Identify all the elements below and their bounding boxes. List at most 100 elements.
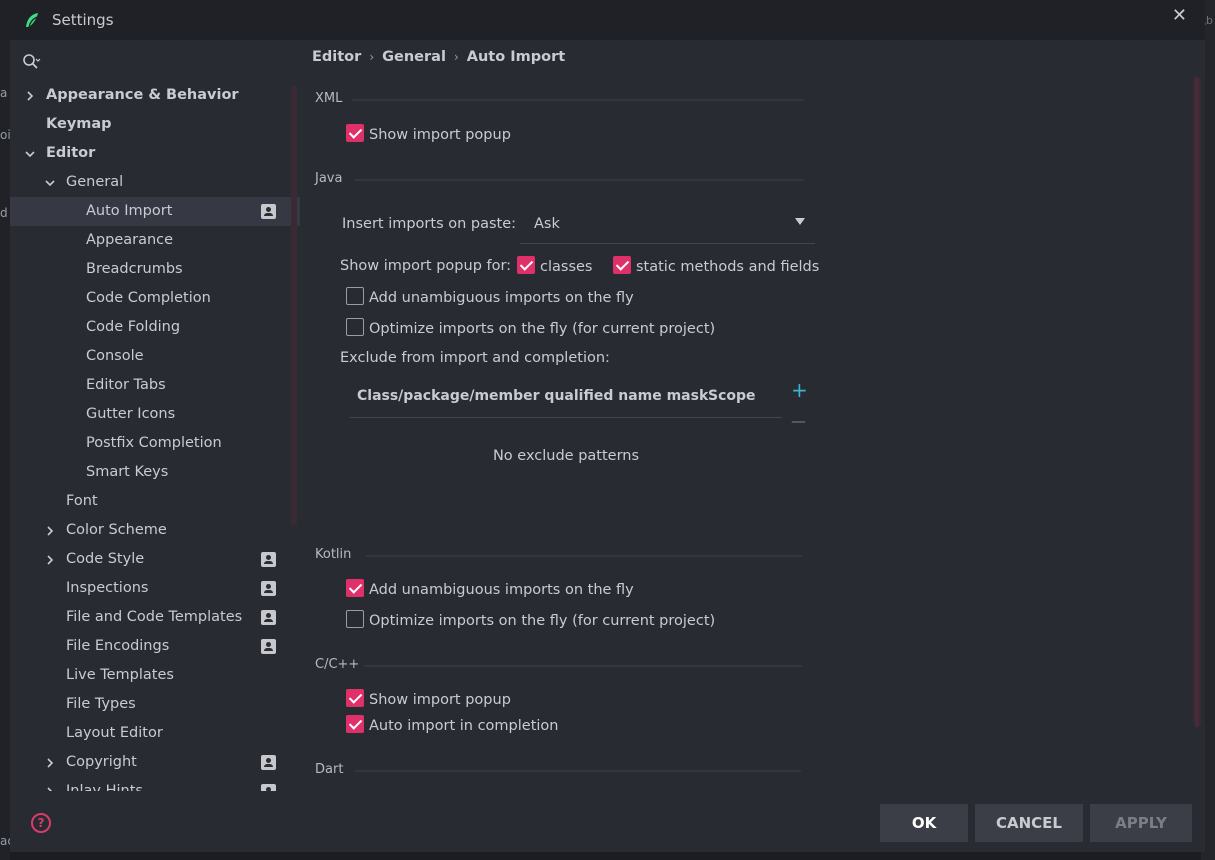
xml-show-popup-checkbox[interactable]: Show import popup	[346, 124, 511, 146]
kotlin-optimize-checkbox[interactable]: Optimize imports on the fly (for current…	[346, 610, 715, 632]
cancel-button[interactable]: CANCEL	[975, 804, 1083, 842]
chevron-right-icon: ›	[453, 50, 459, 64]
sidebar-item[interactable]: Editor	[10, 139, 300, 168]
sidebar-item-label: Editor Tabs	[86, 377, 166, 393]
chevron-right-icon[interactable]	[44, 786, 56, 791]
checkbox-icon[interactable]	[346, 715, 364, 733]
checkbox-icon[interactable]	[517, 256, 535, 274]
checkbox-label: Add unambiguous imports on the fly	[369, 582, 634, 598]
table-header-divider	[350, 417, 782, 418]
sidebar-item-label: File and Code Templates	[66, 609, 243, 625]
checkbox-icon[interactable]	[346, 287, 364, 305]
sidebar-item[interactable]: Keymap	[10, 110, 300, 139]
breadcrumb: Editor › General › Auto Import	[312, 49, 565, 65]
sidebar-item[interactable]: Font	[10, 487, 300, 516]
sidebar-item[interactable]: Gutter Icons	[10, 400, 300, 429]
dart-section-title: Dart	[315, 762, 344, 777]
close-icon[interactable]: ✕	[1172, 5, 1187, 26]
cpp-section-title: C/C++	[315, 657, 360, 672]
checkbox-icon[interactable]	[613, 256, 631, 274]
sidebar-item[interactable]: Color Scheme	[10, 516, 300, 545]
sidebar-item[interactable]: Console	[10, 342, 300, 371]
sidebar-item-label: Keymap	[46, 116, 112, 132]
sidebar-item-label: Auto Import	[86, 203, 173, 219]
checkbox-label: Auto import in completion	[369, 718, 559, 734]
sidebar-scrollbar[interactable]	[291, 85, 297, 525]
remove-pattern-icon[interactable]: —	[791, 412, 806, 430]
chevron-right-icon[interactable]	[44, 554, 56, 566]
java-section-divider	[355, 179, 804, 181]
kotlin-add-unambiguous-checkbox[interactable]: Add unambiguous imports on the fly	[346, 579, 634, 601]
insert-imports-label: Insert imports on paste:	[342, 216, 517, 232]
breadcrumb-item[interactable]: Editor	[312, 49, 361, 65]
sidebar-item[interactable]: Smart Keys	[10, 458, 300, 487]
sidebar-item[interactable]: Inlay Hints	[10, 777, 300, 791]
cpp-auto-import-checkbox[interactable]: Auto import in completion	[346, 715, 558, 737]
breadcrumb-item[interactable]: General	[382, 49, 446, 65]
checkbox-icon[interactable]	[346, 579, 364, 597]
chevron-right-icon[interactable]	[44, 757, 56, 769]
java-classes-checkbox[interactable]: classes	[517, 256, 592, 278]
sidebar-item[interactable]: Auto Import	[10, 197, 300, 226]
show-popup-for-label: Show import popup for:	[340, 258, 512, 274]
cpp-show-popup-checkbox[interactable]: Show import popup	[346, 689, 511, 711]
sidebar-item-label: Postfix Completion	[86, 435, 222, 451]
xml-section-divider	[352, 99, 804, 101]
settings-search-field[interactable]	[22, 52, 292, 76]
sidebar-item-label: Copyright	[66, 754, 137, 770]
sidebar-item[interactable]: Breadcrumbs	[10, 255, 300, 284]
sidebar-item[interactable]: Appearance	[10, 226, 300, 255]
java-add-unambiguous-checkbox[interactable]: Add unambiguous imports on the fly	[346, 287, 634, 309]
chevron-right-icon[interactable]	[24, 90, 36, 102]
sidebar-item-label: Inspections	[66, 580, 149, 596]
background-window-strip: di a oi d ac	[0, 12, 14, 860]
checkbox-icon[interactable]	[346, 610, 364, 628]
sidebar-item[interactable]: Postfix Completion	[10, 429, 300, 458]
sidebar-item[interactable]: File Types	[10, 690, 300, 719]
sidebar-item[interactable]: File Encodings	[10, 632, 300, 661]
sidebar-item-label: File Encodings	[66, 638, 170, 654]
background-fragment: a	[0, 86, 8, 100]
dart-section-divider	[355, 770, 801, 772]
checkbox-icon[interactable]	[346, 124, 364, 142]
apply-button[interactable]: APPLY	[1090, 804, 1192, 842]
help-icon[interactable]: ?	[31, 813, 51, 833]
settings-tree: Appearance & Behavior Keymap Editor General…	[10, 81, 300, 791]
java-static-checkbox[interactable]: static methods and fields	[613, 256, 819, 278]
project-scope-icon	[261, 581, 276, 596]
kotlin-section-divider	[366, 555, 802, 557]
sidebar-item[interactable]: Code Completion	[10, 284, 300, 313]
sidebar-item[interactable]: Code Style	[10, 545, 300, 574]
insert-imports-dropdown[interactable]: Ask	[520, 210, 815, 244]
breadcrumb-item: Auto Import	[466, 49, 566, 65]
table-header-scope[interactable]: Scope	[708, 388, 756, 404]
chevron-right-icon[interactable]	[44, 525, 56, 537]
content-scrollbar[interactable]	[1193, 77, 1201, 727]
sidebar-item[interactable]: Layout Editor	[10, 719, 300, 748]
sidebar-item[interactable]: File and Code Templates	[10, 603, 300, 632]
checkbox-icon[interactable]	[346, 318, 364, 336]
add-pattern-icon[interactable]: +	[791, 378, 808, 402]
sidebar-item-label: Font	[66, 493, 98, 509]
sidebar-item-label: Code Style	[66, 551, 145, 567]
ok-button[interactable]: OK	[880, 804, 968, 842]
sidebar-item[interactable]: General	[10, 168, 300, 197]
table-header-mask[interactable]: Class/package/member qualified name mask	[357, 388, 708, 404]
sidebar-item-label: Editor	[46, 145, 96, 161]
exclude-table: Class/package/member qualified name mask…	[350, 376, 782, 536]
java-optimize-checkbox[interactable]: Optimize imports on the fly (for current…	[346, 318, 715, 340]
project-scope-icon	[261, 204, 276, 219]
sidebar-item[interactable]: Appearance & Behavior	[10, 81, 300, 110]
sidebar-item[interactable]: Live Templates	[10, 661, 300, 690]
sidebar-item-label: Console	[86, 348, 144, 364]
sidebar-item[interactable]: Editor Tabs	[10, 371, 300, 400]
chevron-down-icon[interactable]	[44, 177, 56, 189]
chevron-right-icon: ›	[369, 50, 375, 64]
sidebar-item[interactable]: Inspections	[10, 574, 300, 603]
sidebar-item-label: Appearance & Behavior	[46, 87, 239, 103]
chevron-down-icon[interactable]	[24, 148, 36, 160]
sidebar-item[interactable]: Copyright	[10, 748, 300, 777]
checkbox-label: Add unambiguous imports on the fly	[369, 290, 634, 306]
sidebar-item[interactable]: Code Folding	[10, 313, 300, 342]
checkbox-icon[interactable]	[346, 689, 364, 707]
